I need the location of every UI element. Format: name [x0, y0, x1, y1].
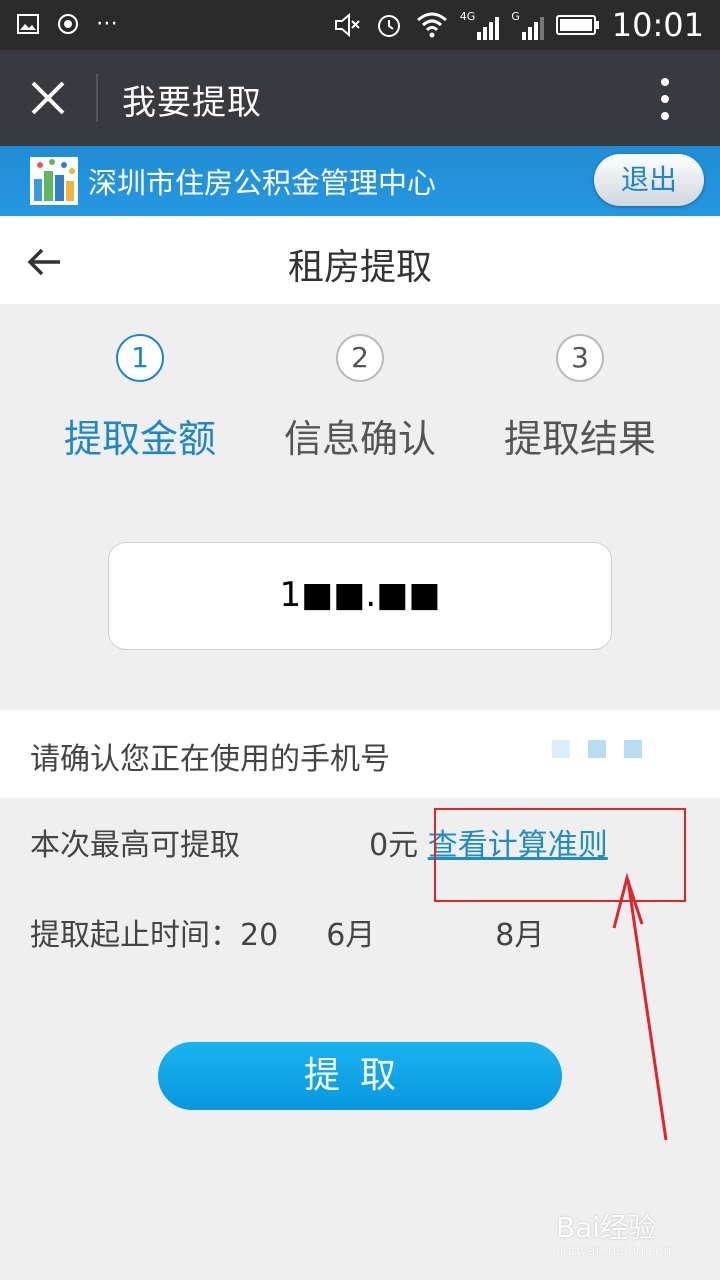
page-title-bar: 租房提取 [0, 216, 720, 304]
org-logo [30, 157, 78, 205]
step-2-number: 2 [336, 334, 384, 382]
period-value-end: 8月 [495, 918, 545, 953]
withdraw-button[interactable]: 提取 [158, 1042, 562, 1110]
network-type-2: G [511, 10, 520, 23]
watermark-url: jingyan.baidu.com [556, 1244, 676, 1259]
alarm-icon [377, 15, 400, 37]
max-withdraw-suffix: 0元 [369, 828, 419, 863]
page-title: 租房提取 [287, 247, 432, 288]
more-options-icon[interactable] [650, 76, 680, 122]
gallery-icon [17, 14, 39, 34]
header-divider [96, 74, 98, 122]
signal-1-icon: 4G [460, 10, 500, 40]
record-icon [58, 14, 78, 34]
annotation-arrow-icon [612, 872, 668, 1141]
header-title: 我要提取 [122, 83, 262, 123]
step-3-label: 提取结果 [503, 417, 656, 461]
amount-input[interactable]: 1■■.■■ [108, 542, 612, 650]
step-1-number: 1 [116, 334, 164, 382]
network-type-1: 4G [459, 10, 476, 23]
org-banner: 深圳市住房公积金管理中心 退出 [0, 146, 720, 216]
step-3-number: 3 [556, 334, 604, 382]
period-label: 提取起止时间： [30, 918, 240, 953]
phone-confirm-text: 请确认您正在使用的手机号 [30, 742, 390, 777]
mute-icon [334, 12, 360, 38]
close-icon[interactable] [28, 78, 68, 118]
wechat-header: 我要提取 [0, 50, 720, 146]
org-name: 深圳市住房公积金管理中心 [88, 166, 437, 200]
period-value-start: 20 [240, 918, 279, 953]
clock-time: 10:01 [611, 6, 704, 44]
step-2-label: 信息确认 [283, 417, 436, 461]
period-row: 提取起止时间：20 6月 8月 [30, 910, 544, 954]
battery-icon [555, 15, 599, 35]
max-withdraw-prefix: 本次最高可提取 [30, 828, 240, 863]
more-notifications-icon: ⋯ [96, 11, 118, 36]
wifi-icon [416, 12, 447, 38]
logout-button[interactable]: 退出 [594, 154, 704, 206]
amount-value: 1■■.■■ [279, 575, 441, 615]
period-value-mid: 6月 [326, 918, 376, 953]
phone-confirm-row: 请确认您正在使用的手机号 [0, 710, 720, 798]
baidu-jingyan-watermark: Bai经验 [556, 1211, 657, 1244]
phone-number-masked [552, 740, 642, 758]
step-1-label: 提取金额 [63, 417, 216, 461]
status-bar: ⋯ 4G G 10:01 [0, 0, 720, 50]
signal-2-icon: G [511, 10, 544, 40]
